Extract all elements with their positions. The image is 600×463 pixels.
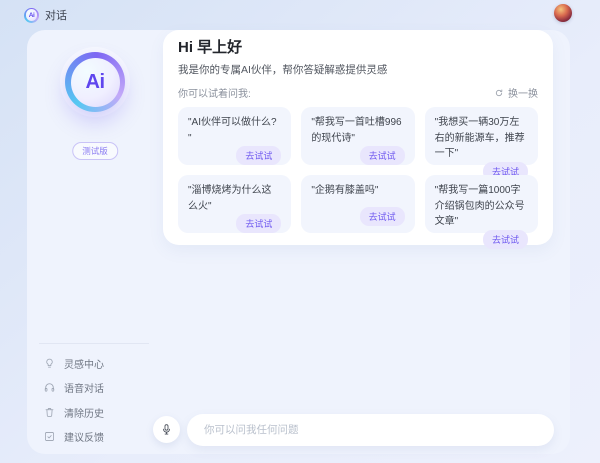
suggestions-hint: 你可以试着问我:: [178, 85, 251, 100]
refresh-label: 换一换: [508, 85, 538, 100]
microphone-icon: [160, 423, 173, 436]
feedback-icon: [43, 430, 56, 443]
voice-input-button[interactable]: [153, 416, 180, 443]
sidebar: Ai 测试版 灵感中心 语音对话 清除历史 建议反馈: [27, 30, 163, 454]
try-it-button[interactable]: 去试试: [236, 146, 281, 165]
beta-badge: 测试版: [72, 142, 118, 160]
suggestion-card[interactable]: "淄博烧烤为什么这么火" 去试试: [178, 175, 291, 233]
headphones-icon: [43, 381, 56, 394]
suggestion-card[interactable]: "AI伙伴可以做什么? " 去试试: [178, 107, 291, 165]
ai-logo-text: Ai: [86, 71, 105, 94]
try-it-button[interactable]: 去试试: [236, 214, 281, 233]
question-input[interactable]: [187, 414, 554, 446]
page-title: 对话: [45, 7, 67, 23]
suggestion-text: "帮我写一首吐槽996的现代诗": [311, 115, 404, 146]
suggestion-text: "淄博烧烤为什么这么火": [188, 183, 281, 214]
greeting-title: Hi 早上好: [178, 39, 538, 56]
app-logo-icon: Ai: [24, 8, 39, 23]
sidebar-item-inspiration[interactable]: 灵感中心: [43, 353, 147, 373]
suggestion-card[interactable]: "帮我写一首吐槽996的现代诗" 去试试: [301, 107, 414, 165]
user-avatar[interactable]: [554, 4, 572, 22]
refresh-suggestions-button[interactable]: 换一换: [494, 85, 538, 100]
lightbulb-icon: [43, 357, 56, 370]
suggestion-text: "AI伙伴可以做什么? ": [188, 115, 281, 146]
app-container: Ai 测试版 灵感中心 语音对话 清除历史 建议反馈 Hi 早上好 我是你的: [27, 30, 570, 454]
sidebar-item-label: 灵感中心: [64, 356, 104, 371]
sidebar-menu: 灵感中心 语音对话 清除历史 建议反馈: [39, 343, 149, 447]
suggestion-grid: "AI伙伴可以做什么? " 去试试 "帮我写一首吐槽996的现代诗" 去试试 "…: [178, 107, 538, 233]
greeting-subtitle: 我是你的专属AI伙伴，帮你答疑解惑提供灵感: [178, 62, 538, 77]
ai-logo: Ai: [65, 52, 125, 112]
sidebar-item-label: 语音对话: [64, 380, 104, 395]
try-it-button[interactable]: 去试试: [360, 207, 405, 226]
hint-row: 你可以试着问我: 换一换: [178, 85, 538, 100]
suggestion-text: "我想买一辆30万左右的新能源车，推荐一下": [435, 115, 528, 162]
sidebar-item-feedback[interactable]: 建议反馈: [43, 427, 147, 447]
sidebar-item-label: 清除历史: [64, 405, 104, 420]
suggestion-card[interactable]: "企鹅有膝盖吗" 去试试: [301, 175, 414, 233]
suggestion-text: "企鹅有膝盖吗": [311, 183, 404, 199]
topbar: Ai 对话: [0, 0, 600, 30]
sidebar-item-label: 建议反馈: [64, 429, 104, 444]
suggestion-card[interactable]: "帮我写一篇1000字介绍锅包肉的公众号文章" 去试试: [425, 175, 538, 233]
greeting-card: Hi 早上好 我是你的专属AI伙伴，帮你答疑解惑提供灵感 你可以试着问我: 换一…: [163, 30, 553, 245]
suggestion-text: "帮我写一篇1000字介绍锅包肉的公众号文章": [435, 183, 528, 230]
sidebar-item-clear-history[interactable]: 清除历史: [43, 402, 147, 422]
sidebar-item-voice-chat[interactable]: 语音对话: [43, 378, 147, 398]
suggestion-card[interactable]: "我想买一辆30万左右的新能源车，推荐一下" 去试试: [425, 107, 538, 165]
refresh-icon: [494, 88, 504, 98]
trash-icon: [43, 406, 56, 419]
try-it-button[interactable]: 去试试: [360, 146, 405, 165]
app-logo-text: Ai: [29, 12, 35, 19]
try-it-button[interactable]: 去试试: [483, 230, 528, 249]
